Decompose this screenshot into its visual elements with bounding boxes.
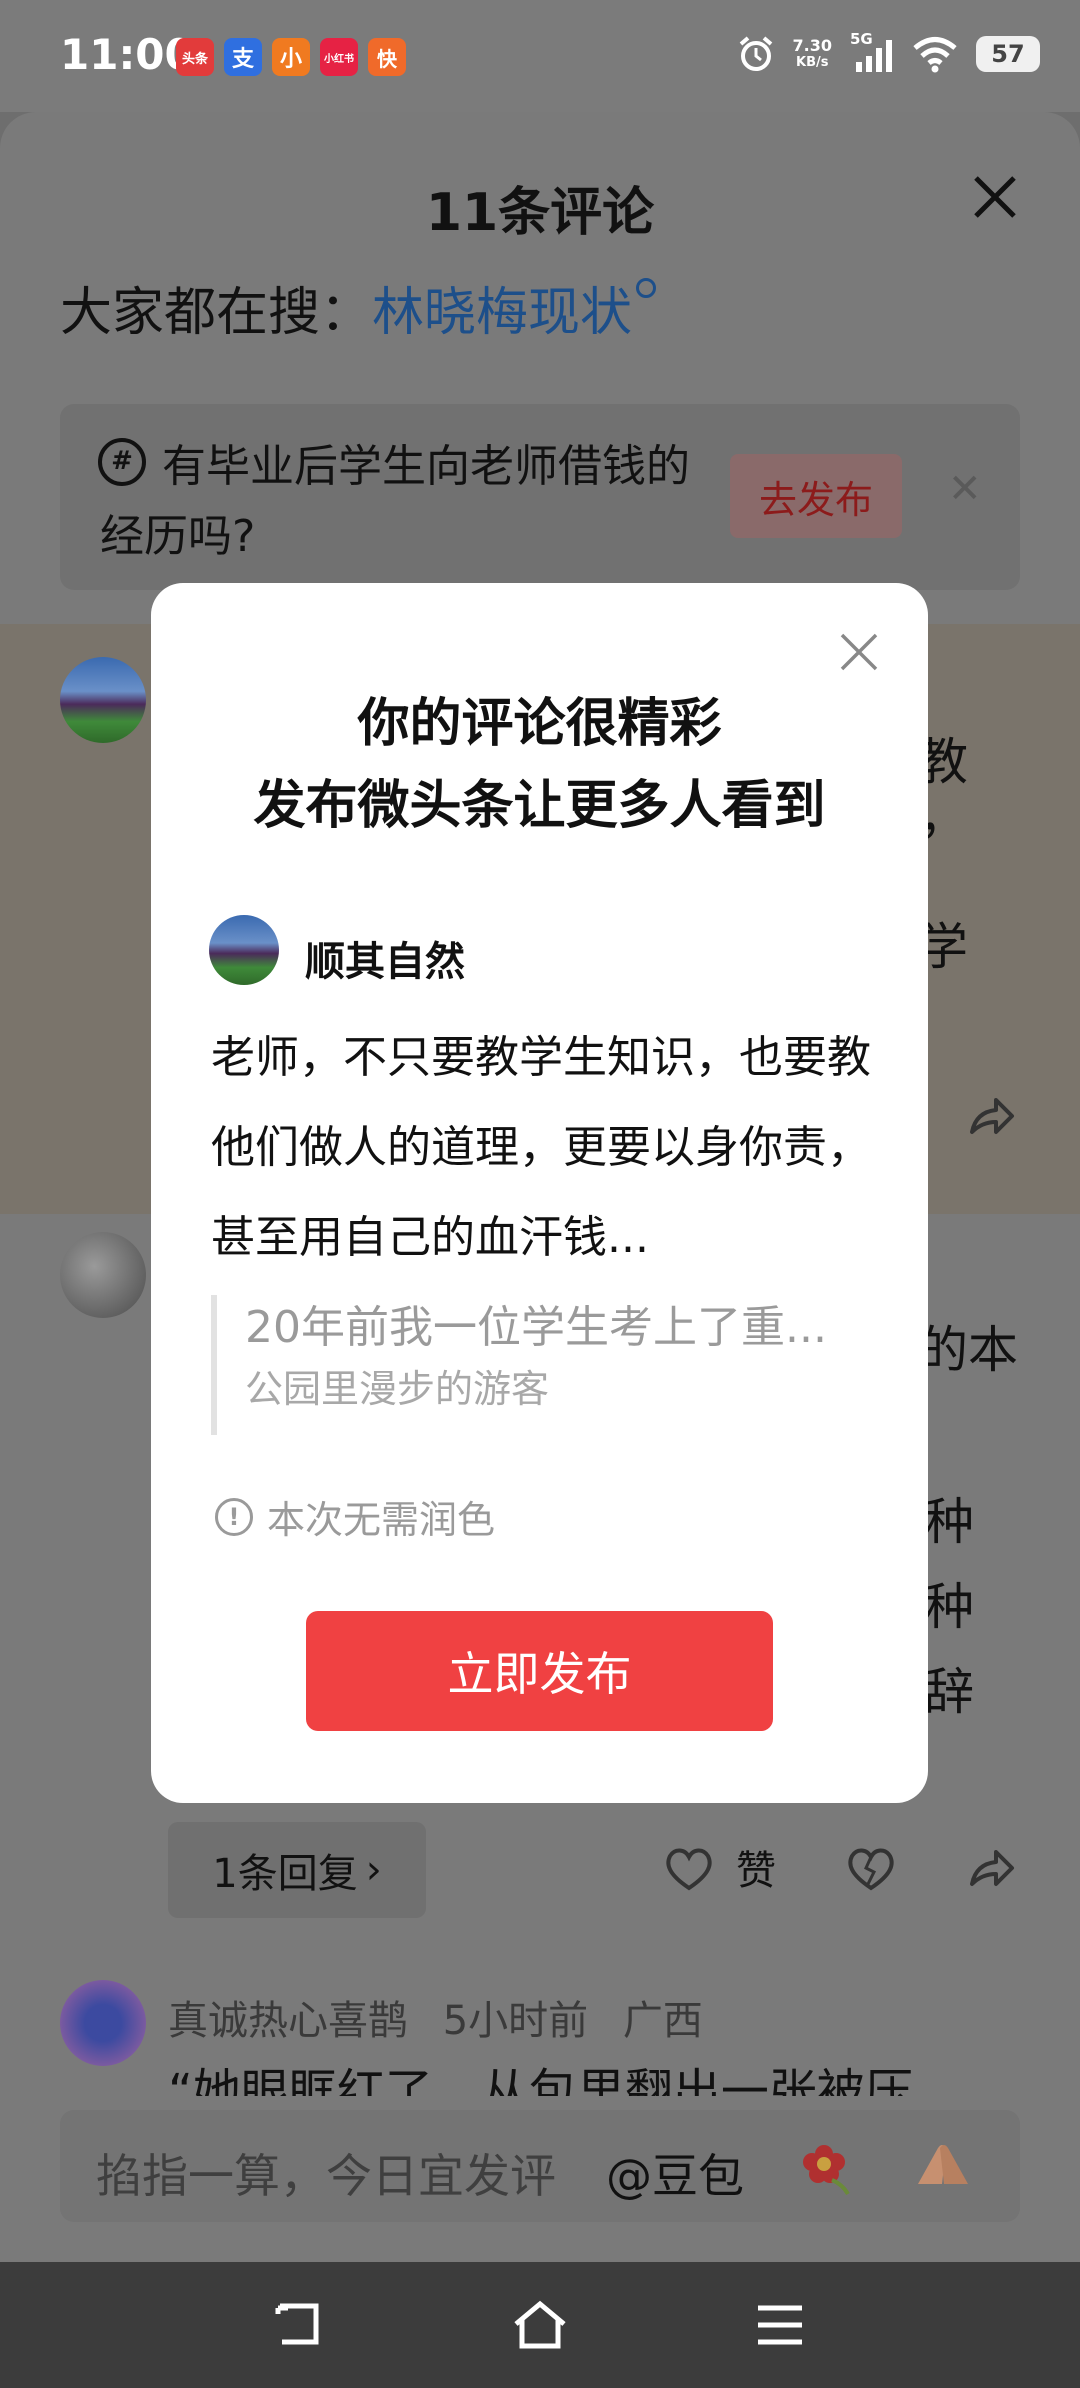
dialog-title: 你的评论很精彩 发布微头条让更多人看到 <box>151 683 928 847</box>
publish-dialog: 你的评论很精彩 发布微头条让更多人看到 顺其自然 老师，不只要教学生知识，也要教… <box>151 583 928 1803</box>
notification-icons: 头条 支 小 小红书 快 <box>176 38 406 76</box>
search-prefix: 大家都在搜： <box>60 283 373 343</box>
polish-note-text: 本次无需润色 <box>267 1498 496 1542</box>
comment-location: 广西 <box>622 1998 703 2044</box>
comment-preview: 老师，不只要教学生知识，也要教他们做人的道理，更要以身你责，甚至用自己的血汗钱.… <box>211 1032 871 1263</box>
comment-fragment: 种 <box>924 1578 974 1636</box>
battery-indicator: 57 <box>976 36 1040 72</box>
comment-author: 顺其自然 <box>305 939 465 985</box>
comment-text: “她眼眶红了，从包里翻出一张被压 <box>168 2064 913 2096</box>
share-icon[interactable] <box>966 1844 1016 1894</box>
status-time: 11:00 <box>60 30 194 79</box>
avatar <box>209 915 279 985</box>
chevron-right-icon: › <box>365 1847 382 1893</box>
quoted-article-source: 公园里漫步的游客 <box>245 1367 550 1411</box>
comment-input[interactable]: 掐指一算，今日宜发评 @豆包 <box>60 2110 1020 2222</box>
publish-now-button[interactable]: 立即发布 <box>306 1611 773 1731</box>
alarm-icon <box>739 36 772 71</box>
comment-fragment: 辞 <box>924 1663 974 1721</box>
mention-doubao-button[interactable]: @豆包 <box>606 2140 744 2206</box>
comment-time: 5小时前 <box>442 1998 589 2044</box>
search-term-link[interactable]: 林晓梅现状 <box>372 283 632 343</box>
trending-search[interactable]: 大家都在搜：林晓梅现状 <box>60 270 657 345</box>
toutiao-app-icon: 头条 <box>176 38 214 76</box>
share-icon[interactable] <box>966 1092 1016 1142</box>
system-nav-bar <box>0 2262 1080 2388</box>
net-speed: 7.30 KB/s <box>793 37 832 71</box>
comment-fragment: 种 <box>924 1493 974 1551</box>
comment-author[interactable]: 真诚热心喜鹊 <box>168 1998 408 2044</box>
view-replies-button[interactable]: 1条回复 › <box>168 1822 426 1918</box>
avatar[interactable] <box>60 1980 146 2066</box>
network-type: 5G <box>850 30 873 48</box>
reply-count: 1条回复 <box>212 1851 358 1897</box>
alipay-app-icon: 支 <box>224 38 262 76</box>
search-icon <box>636 278 657 298</box>
comment-meta: 真诚热心喜鹊 5小时前 广西 <box>168 1988 703 2046</box>
comment-input-placeholder: 掐指一算，今日宜发评 <box>96 2149 556 2203</box>
quoted-article-title: 20年前我一位学生考上了重... <box>245 1302 827 1353</box>
quoted-article: 20年前我一位学生考上了重... 公园里漫步的游客 <box>211 1295 871 1435</box>
clap-emoji-icon[interactable] <box>908 2134 978 2198</box>
polish-note: ! 本次无需润色 <box>215 1489 495 1544</box>
signal-icon: 5G <box>850 30 894 74</box>
topic-text: 有毕业后学生向老师借钱的经历吗? <box>100 441 690 562</box>
dialog-title-line2: 发布微头条让更多人看到 <box>253 776 826 836</box>
comment-fragment: 的本 <box>918 1321 1018 1379</box>
avatar[interactable] <box>60 657 146 743</box>
close-icon[interactable] <box>838 631 880 673</box>
dislike-icon[interactable] <box>846 1846 896 1892</box>
sheet-title: 11条评论 <box>425 183 655 243</box>
home-icon[interactable] <box>510 2300 570 2350</box>
back-icon[interactable] <box>270 2300 330 2350</box>
info-icon: ! <box>215 1497 253 1536</box>
net-speed-unit: KB/s <box>796 55 829 70</box>
topic-card[interactable]: # 有毕业后学生向老师借钱的经历吗? 去发布 ✕ <box>60 404 1020 590</box>
kuaishou-app-icon: 小 <box>272 38 310 76</box>
status-bar: 11:00 头条 支 小 小红书 快 7.30 KB/s 5G 57 <box>0 0 1080 112</box>
wifi-icon <box>913 37 957 73</box>
xiaohongshu-app-icon: 小红书 <box>320 38 358 76</box>
like-icon[interactable] <box>664 1846 714 1892</box>
like-label[interactable]: 赞 <box>736 1838 776 1896</box>
close-icon[interactable] <box>970 172 1020 222</box>
avatar[interactable] <box>60 1232 146 1318</box>
fast-app-icon: 快 <box>368 38 406 76</box>
menu-icon[interactable] <box>750 2300 810 2350</box>
net-speed-value: 7.30 <box>792 36 832 55</box>
topic-publish-button[interactable]: 去发布 <box>730 454 902 538</box>
dialog-title-line1: 你的评论很精彩 <box>357 694 722 754</box>
status-right: 7.30 KB/s 5G 57 <box>737 30 1040 74</box>
topic-dismiss-icon[interactable]: ✕ <box>948 466 982 512</box>
flower-emoji-icon[interactable] <box>798 2134 862 2198</box>
